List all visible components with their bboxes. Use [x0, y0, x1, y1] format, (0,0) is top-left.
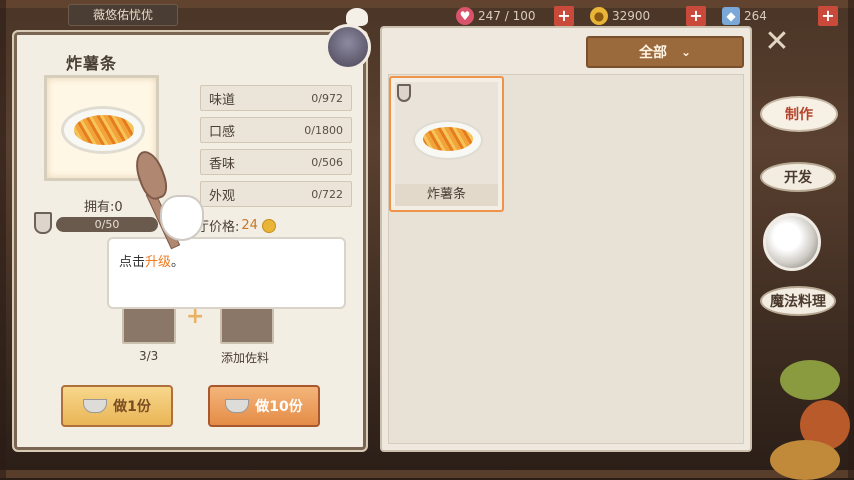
- glove-hand-icon: [160, 195, 204, 241]
- tooltip-suffix: 。: [171, 255, 185, 270]
- stat-label: 味道: [209, 92, 236, 108]
- magic-cuisine-label: 魔法料理: [770, 294, 826, 310]
- develop-tab-button[interactable]: 开发: [760, 162, 836, 192]
- add-gold-button[interactable]: +: [686, 6, 706, 26]
- recipe-card-name: 炸薯条: [395, 184, 498, 206]
- filter-label: 全部: [638, 45, 667, 61]
- fries-plate-icon: [413, 120, 483, 160]
- stat-label: 外观: [209, 188, 236, 204]
- stat-aroma: 香味 0/506: [200, 149, 352, 175]
- stat-value: 0/722: [311, 187, 343, 201]
- cook-tab-button[interactable]: 制作: [760, 96, 838, 132]
- magic-cuisine-button[interactable]: 魔法料理: [760, 286, 836, 316]
- coin-icon: [261, 218, 276, 233]
- cup-icon: [397, 84, 411, 102]
- stat-label: 口感: [209, 124, 236, 140]
- add-stamina-button[interactable]: +: [554, 6, 574, 26]
- cook-one-label: 做1份: [113, 399, 151, 415]
- gold-counter: ● 32900: [590, 6, 650, 26]
- stamina-value: 247 / 100: [478, 9, 536, 23]
- gem-counter: ◆ 264: [722, 6, 767, 26]
- restaurant-price: 厅价格: 24: [196, 216, 276, 235]
- ingredient-slot[interactable]: [122, 306, 176, 344]
- coin-icon: ●: [590, 7, 608, 25]
- magnifier-icon[interactable]: [763, 213, 821, 271]
- close-icon[interactable]: ✕: [762, 27, 792, 58]
- cup-icon: [34, 212, 52, 234]
- cook-ten-button[interactable]: 做10份: [208, 385, 320, 427]
- tutorial-tooltip: 点击升级。: [107, 237, 346, 309]
- recipe-card[interactable]: 炸薯条: [389, 76, 504, 212]
- ingredient-count: 3/3: [139, 349, 159, 363]
- character-avatar[interactable]: [325, 24, 371, 70]
- pot-icon: [225, 399, 250, 413]
- fries-plate-icon: [61, 106, 145, 154]
- gem-icon: ◆: [722, 7, 740, 25]
- owned-count: 拥有:0: [84, 200, 123, 215]
- stat-appearance: 外观 0/722: [200, 181, 352, 207]
- develop-tab-label: 开发: [784, 170, 812, 186]
- tooltip-prefix: 点击: [119, 255, 146, 270]
- stat-taste: 味道 0/972: [200, 85, 352, 111]
- character-name-tab[interactable]: 薇悠佑忧优: [68, 4, 178, 26]
- add-gem-button[interactable]: +: [818, 6, 838, 26]
- stat-texture: 口感 0/1800: [200, 117, 352, 143]
- owned-progress-text: 0/50: [94, 218, 120, 231]
- stat-value: 0/506: [311, 155, 343, 169]
- cook-one-button[interactable]: 做1份: [61, 385, 173, 427]
- seasoning-slot[interactable]: [220, 306, 274, 344]
- stat-label: 香味: [209, 156, 236, 172]
- stamina-counter: ♥ 247 / 100: [456, 6, 535, 26]
- category-filter-dropdown[interactable]: 全部 ⌄: [586, 36, 744, 68]
- tooltip-highlight: 升级: [145, 255, 172, 270]
- pot-icon: [83, 399, 108, 413]
- price-value: 24: [241, 218, 258, 233]
- chevron-down-icon: ⌄: [680, 45, 692, 59]
- cook-tab-label: 制作: [785, 107, 813, 123]
- cook-ten-label: 做10份: [255, 399, 303, 415]
- add-seasoning-label: 添加佐料: [221, 351, 270, 365]
- owned-progress-bar: 0/50: [56, 217, 158, 232]
- gold-value: 32900: [612, 9, 651, 23]
- stat-value: 0/972: [311, 91, 343, 105]
- heart-icon: ♥: [456, 7, 474, 25]
- gem-value: 264: [744, 9, 767, 23]
- recipe-title: 炸薯条: [66, 54, 118, 73]
- stat-value: 0/1800: [304, 123, 343, 137]
